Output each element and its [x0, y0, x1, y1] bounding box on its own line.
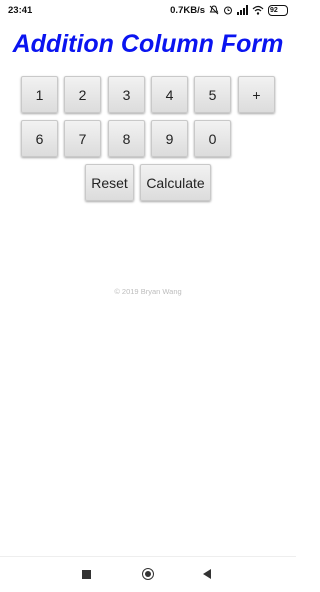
back-icon[interactable] — [203, 569, 211, 579]
signal-icon — [237, 5, 248, 15]
recents-icon[interactable] — [82, 570, 91, 579]
battery-icon: 92 — [268, 4, 288, 16]
digit-5-button[interactable]: 5 — [194, 76, 231, 113]
network-speed: 0.7KB/s — [170, 4, 205, 16]
digit-0-button[interactable]: 0 — [194, 120, 231, 157]
status-bar: 23:41 0.7KB/s 92 — [0, 0, 296, 20]
digit-4-button[interactable]: 4 — [151, 76, 188, 113]
digit-7-button[interactable]: 7 — [64, 120, 101, 157]
calculate-button[interactable]: Calculate — [140, 164, 211, 201]
reset-button[interactable]: Reset — [85, 164, 134, 201]
copyright-text: © 2019 Bryan Wang — [114, 287, 182, 296]
page-title: Addition Column Form — [12, 30, 284, 58]
mute-icon — [209, 5, 219, 15]
digit-2-button[interactable]: 2 — [64, 76, 101, 113]
digit-9-button[interactable]: 9 — [151, 120, 188, 157]
alarm-icon — [223, 5, 233, 15]
home-icon[interactable] — [142, 568, 154, 580]
digit-3-button[interactable]: 3 — [108, 76, 145, 113]
digit-8-button[interactable]: 8 — [108, 120, 145, 157]
wifi-icon — [252, 5, 264, 15]
status-icons: 0.7KB/s 92 — [170, 4, 288, 16]
digit-6-button[interactable]: 6 — [21, 120, 58, 157]
navigation-bar — [0, 556, 296, 592]
digit-1-button[interactable]: 1 — [21, 76, 58, 113]
plus-button[interactable]: + — [238, 76, 275, 113]
status-time: 23:41 — [8, 4, 33, 16]
